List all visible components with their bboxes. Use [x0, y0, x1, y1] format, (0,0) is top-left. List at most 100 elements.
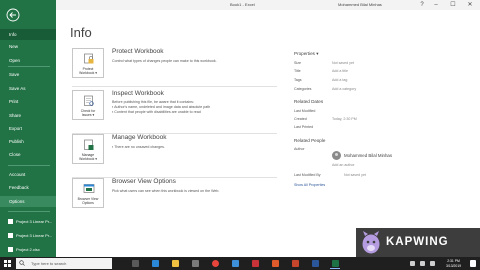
author-avatar: [332, 151, 341, 160]
backstage-sidebar: Info New Open Save Save As Print Share E…: [0, 0, 56, 257]
kapwing-watermark: KAPWING: [356, 228, 480, 257]
tile-label: Manage Workbook ▾: [79, 153, 97, 161]
browser-view-options-button[interactable]: Browser View Options: [72, 178, 104, 208]
file-explorer-icon[interactable]: [172, 260, 179, 267]
search-icon: [19, 260, 25, 266]
property-label: Size: [294, 61, 301, 65]
taskbar-clock[interactable]: 2:31 PM 3/13/2019: [446, 259, 461, 268]
clock-date: 3/13/2019: [446, 263, 462, 268]
inspect-document-icon: [84, 95, 94, 106]
powerpoint-icon[interactable]: [292, 260, 299, 267]
manage-workbook-button[interactable]: Manage Workbook ▾: [72, 134, 104, 164]
title-field[interactable]: Add a title: [332, 69, 348, 73]
check-for-issues-button[interactable]: Check for Issues ▾: [72, 90, 104, 120]
nav-save-as[interactable]: Save As: [0, 83, 56, 94]
section-bullet: ▪ There are no unsaved changes.: [112, 145, 165, 149]
protect-workbook-button[interactable]: Protect Workbook ▾: [72, 48, 104, 78]
date-label: Created: [294, 117, 307, 121]
tags-field[interactable]: Add a tag: [332, 78, 347, 82]
section-title: Inspect Workbook: [112, 90, 164, 97]
section-title: Protect Workbook: [112, 48, 164, 55]
date-label: Last Modified: [294, 109, 316, 113]
nav-account[interactable]: Account: [0, 169, 56, 180]
section-title: Manage Workbook: [112, 134, 167, 141]
nav-feedback[interactable]: Feedback: [0, 182, 56, 193]
tile-label: Browser View Options: [77, 197, 99, 205]
back-arrow-icon[interactable]: [6, 8, 20, 22]
minimize-button[interactable]: –: [430, 1, 442, 9]
store-icon[interactable]: [192, 260, 199, 267]
nav-close[interactable]: Close: [0, 149, 56, 160]
close-button[interactable]: ✕: [464, 1, 476, 9]
nav-info[interactable]: Info: [0, 29, 56, 40]
nav-new[interactable]: New: [0, 41, 56, 52]
date-label: Last Printed: [294, 125, 314, 129]
author-name[interactable]: Mohammed Bilal Minhas: [344, 153, 392, 158]
related-people-heading: Related People: [294, 138, 326, 143]
edge-icon[interactable]: [152, 260, 159, 267]
clock-time: 2:31 PM: [447, 259, 460, 263]
active-app-indicator: [330, 268, 340, 269]
section-bullet: ▪ Content that people with disabilities …: [112, 110, 201, 114]
taskbar: Type here to search 2:31 PM 3/13/2019: [0, 257, 480, 270]
show-all-properties-link[interactable]: Show All Properties: [294, 183, 325, 187]
search-placeholder: Type here to search: [31, 261, 67, 266]
nav-publish[interactable]: Publish: [0, 136, 56, 147]
add-author-link[interactable]: Add an author: [332, 163, 355, 167]
recent-file-name: Project 2.xlsx: [16, 247, 40, 252]
volume-icon[interactable]: [420, 261, 425, 266]
signed-in-user[interactable]: Mohammed Bilal Minhas: [338, 2, 382, 7]
window-title: Book1 - Excel: [230, 2, 255, 7]
lock-icon: [84, 53, 94, 64]
section-title: Browser View Options: [112, 178, 176, 185]
nav-open[interactable]: Open: [0, 55, 56, 66]
section-bullet: ▪ Author's name, undeleted and image dat…: [112, 105, 211, 109]
tile-label: Protect Workbook ▾: [79, 67, 97, 75]
nav-save[interactable]: Save: [0, 69, 56, 80]
nav-share[interactable]: Share: [0, 110, 56, 121]
help-button[interactable]: ?: [416, 1, 428, 9]
task-view-icon[interactable]: [132, 260, 139, 267]
excel-icon[interactable]: [332, 260, 339, 267]
network-icon[interactable]: [410, 261, 415, 266]
properties-heading[interactable]: Properties ▾: [294, 51, 319, 57]
browser-view-icon: [83, 184, 95, 193]
section-description: Pick what users can see when this workbo…: [112, 189, 220, 193]
nav-divider: [8, 211, 50, 212]
battery-icon[interactable]: [430, 261, 435, 266]
recent-file[interactable]: Project 2.xlsx: [0, 244, 56, 255]
recent-file[interactable]: Project 3 Linear Pr...: [0, 230, 56, 241]
mail-icon[interactable]: [232, 260, 239, 267]
recent-file-name: Project 3 Linear Pr...: [16, 219, 53, 224]
notification-icon[interactable]: [470, 260, 476, 267]
manage-workbook-icon: [84, 139, 94, 150]
section-description: Control what types of changes people can…: [112, 59, 217, 63]
modified-by-value: Not saved yet: [344, 173, 366, 177]
kapwing-mascot-icon: [362, 231, 380, 254]
app-icon[interactable]: [252, 260, 259, 267]
modified-by-label: Last Modified By: [294, 173, 321, 177]
taskbar-search[interactable]: Type here to search: [16, 258, 112, 269]
chrome-icon[interactable]: [212, 260, 219, 267]
excel-file-icon: [8, 247, 13, 252]
property-label: Categories: [294, 87, 312, 91]
page-title: Info: [70, 25, 92, 40]
title-bar: Book1 - Excel Mohammed Bilal Minhas ? – …: [0, 0, 480, 10]
nav-options[interactable]: Options: [0, 196, 56, 207]
author-label: Author: [294, 147, 305, 151]
windows-start-icon[interactable]: [4, 260, 11, 267]
section-description: Before publishing this file, be aware th…: [112, 100, 194, 104]
nav-export[interactable]: Export: [0, 123, 56, 134]
kapwing-wordmark: KAPWING: [386, 236, 449, 248]
excel-file-icon: [8, 219, 13, 224]
recent-file[interactable]: Project 3 Linear Pr...: [0, 216, 56, 227]
word-icon[interactable]: [312, 260, 319, 267]
property-label: Title: [294, 69, 301, 73]
app-icon[interactable]: [272, 260, 279, 267]
nav-divider: [8, 165, 50, 166]
excel-file-icon: [8, 233, 13, 238]
nav-print[interactable]: Print: [0, 96, 56, 107]
nav-divider: [8, 66, 50, 67]
categories-field[interactable]: Add a category: [332, 87, 356, 91]
maximize-button[interactable]: ☐: [447, 1, 459, 9]
